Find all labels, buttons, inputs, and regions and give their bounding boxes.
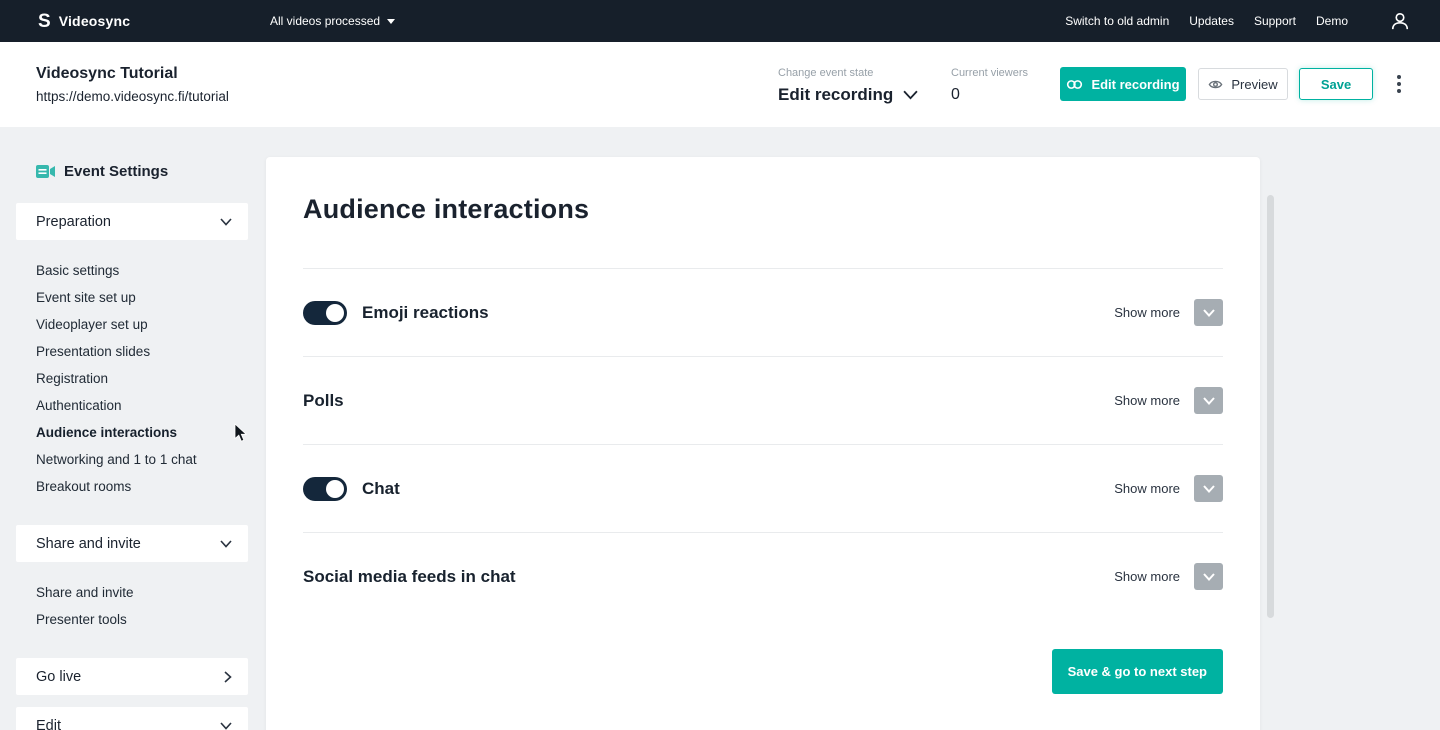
chevron-down-icon <box>220 540 232 548</box>
edit-recording-button[interactable]: Edit recording <box>1060 67 1186 101</box>
show-more-link[interactable]: Show more <box>1114 569 1180 584</box>
user-icon[interactable] <box>1390 11 1410 31</box>
sidebar-item-share-and-invite[interactable]: Share and invite <box>36 579 248 606</box>
show-more-link[interactable]: Show more <box>1114 481 1180 496</box>
section-label: Preparation <box>36 214 111 230</box>
page-title: Videosync Tutorial <box>36 64 229 84</box>
event-state: Change event state Edit recording <box>778 66 918 106</box>
link-icon <box>1066 79 1083 90</box>
event-header: Videosync Tutorial https://demo.videosyn… <box>0 42 1440 127</box>
audience-interactions-panel: Audience interactions Emoji reactions Sh… <box>266 157 1260 730</box>
save-next-step-button[interactable]: Save & go to next step <box>1052 649 1223 694</box>
nav-demo[interactable]: Demo <box>1316 14 1348 28</box>
brand-name: Videosync <box>59 13 131 29</box>
row-label: Emoji reactions <box>362 303 489 323</box>
scrollbar[interactable] <box>1267 195 1274 618</box>
card-actions: Save & go to next step <box>303 649 1223 694</box>
current-viewers: Current viewers 0 <box>951 66 1028 106</box>
expand-button[interactable] <box>1194 299 1223 326</box>
sidebar-item-presentation-slides[interactable]: Presentation slides <box>36 338 248 365</box>
chevron-right-icon <box>224 671 232 683</box>
videos-status-label: All videos processed <box>270 14 380 28</box>
emoji-reactions-toggle[interactable] <box>303 301 347 325</box>
chevron-down-icon <box>1203 309 1215 317</box>
expand-button[interactable] <box>1194 563 1223 590</box>
videosync-logo-icon: S <box>38 12 51 31</box>
nav-updates[interactable]: Updates <box>1189 14 1234 28</box>
row-emoji-reactions: Emoji reactions Show more <box>303 268 1223 356</box>
nav-switch-old-admin[interactable]: Switch to old admin <box>1065 14 1169 28</box>
sidebar-item-audience-interactions[interactable]: Audience interactions <box>36 419 248 446</box>
sidebar-item-registration[interactable]: Registration <box>36 365 248 392</box>
sidebar-item-basic-settings[interactable]: Basic settings <box>36 257 248 284</box>
sidebar-section-edit[interactable]: Edit <box>16 707 248 730</box>
sidebar-item-event-site-setup[interactable]: Event site set up <box>36 284 248 311</box>
sidebar-section-preparation[interactable]: Preparation <box>16 203 248 240</box>
brand[interactable]: S Videosync <box>38 0 130 42</box>
row-label: Polls <box>303 391 344 411</box>
top-bar: S Videosync All videos processed Switch … <box>0 0 1440 42</box>
row-label: Chat <box>362 479 400 499</box>
sidebar-item-presenter-tools[interactable]: Presenter tools <box>36 606 248 633</box>
save-label: Save <box>1321 77 1351 92</box>
event-settings-icon <box>36 164 55 179</box>
preparation-items: Basic settings Event site set up Videopl… <box>16 240 248 500</box>
event-state-dropdown[interactable]: Edit recording <box>778 84 918 106</box>
caret-down-icon <box>387 19 395 24</box>
top-nav: Switch to old admin Updates Support Demo <box>1065 0 1410 42</box>
row-polls: Polls Show more <box>303 356 1223 444</box>
viewers-count: 0 <box>951 84 1028 106</box>
sidebar-section-share-invite[interactable]: Share and invite <box>16 525 248 562</box>
kebab-menu-icon[interactable] <box>1390 72 1408 96</box>
sidebar-title: Event Settings <box>16 160 248 182</box>
sidebar-title-label: Event Settings <box>64 163 168 180</box>
save-button[interactable]: Save <box>1299 68 1373 100</box>
videos-status-dropdown[interactable]: All videos processed <box>270 0 395 42</box>
sidebar-item-authentication[interactable]: Authentication <box>36 392 248 419</box>
share-invite-items: Share and invite Presenter tools <box>16 562 248 633</box>
expand-button[interactable] <box>1194 387 1223 414</box>
edit-recording-label: Edit recording <box>1091 77 1179 92</box>
chevron-down-icon <box>903 90 918 100</box>
sidebar-item-networking-1to1-chat[interactable]: Networking and 1 to 1 chat <box>36 446 248 473</box>
section-label: Share and invite <box>36 536 141 552</box>
show-more-link[interactable]: Show more <box>1114 305 1180 320</box>
chevron-down-icon <box>220 722 232 730</box>
row-label: Social media feeds in chat <box>303 567 516 587</box>
settings-rows: Emoji reactions Show more Polls Show mor… <box>303 268 1223 620</box>
panel-title: Audience interactions <box>303 193 1223 226</box>
sidebar-item-breakout-rooms[interactable]: Breakout rooms <box>36 473 248 500</box>
content-area: Event Settings Preparation Basic setting… <box>0 127 1440 730</box>
event-state-label: Change event state <box>778 66 918 80</box>
sidebar: Event Settings Preparation Basic setting… <box>16 127 248 730</box>
expand-button[interactable] <box>1194 475 1223 502</box>
nav-support[interactable]: Support <box>1254 14 1296 28</box>
title-block: Videosync Tutorial https://demo.videosyn… <box>36 64 229 107</box>
chevron-down-icon <box>220 218 232 226</box>
row-social-media-feeds: Social media feeds in chat Show more <box>303 532 1223 620</box>
event-state-value: Edit recording <box>778 84 893 106</box>
chevron-down-icon <box>1203 573 1215 581</box>
chat-toggle[interactable] <box>303 477 347 501</box>
chevron-down-icon <box>1203 485 1215 493</box>
preview-label: Preview <box>1231 77 1277 92</box>
viewers-label: Current viewers <box>951 66 1028 80</box>
sidebar-item-videoplayer-setup[interactable]: Videoplayer set up <box>36 311 248 338</box>
preview-button[interactable]: Preview <box>1198 68 1288 100</box>
event-url[interactable]: https://demo.videosync.fi/tutorial <box>36 87 229 107</box>
row-chat: Chat Show more <box>303 444 1223 532</box>
eye-icon <box>1208 79 1223 90</box>
show-more-link[interactable]: Show more <box>1114 393 1180 408</box>
sidebar-section-go-live[interactable]: Go live <box>16 658 248 695</box>
section-label: Go live <box>36 669 81 685</box>
section-label: Edit <box>36 718 61 730</box>
chevron-down-icon <box>1203 397 1215 405</box>
